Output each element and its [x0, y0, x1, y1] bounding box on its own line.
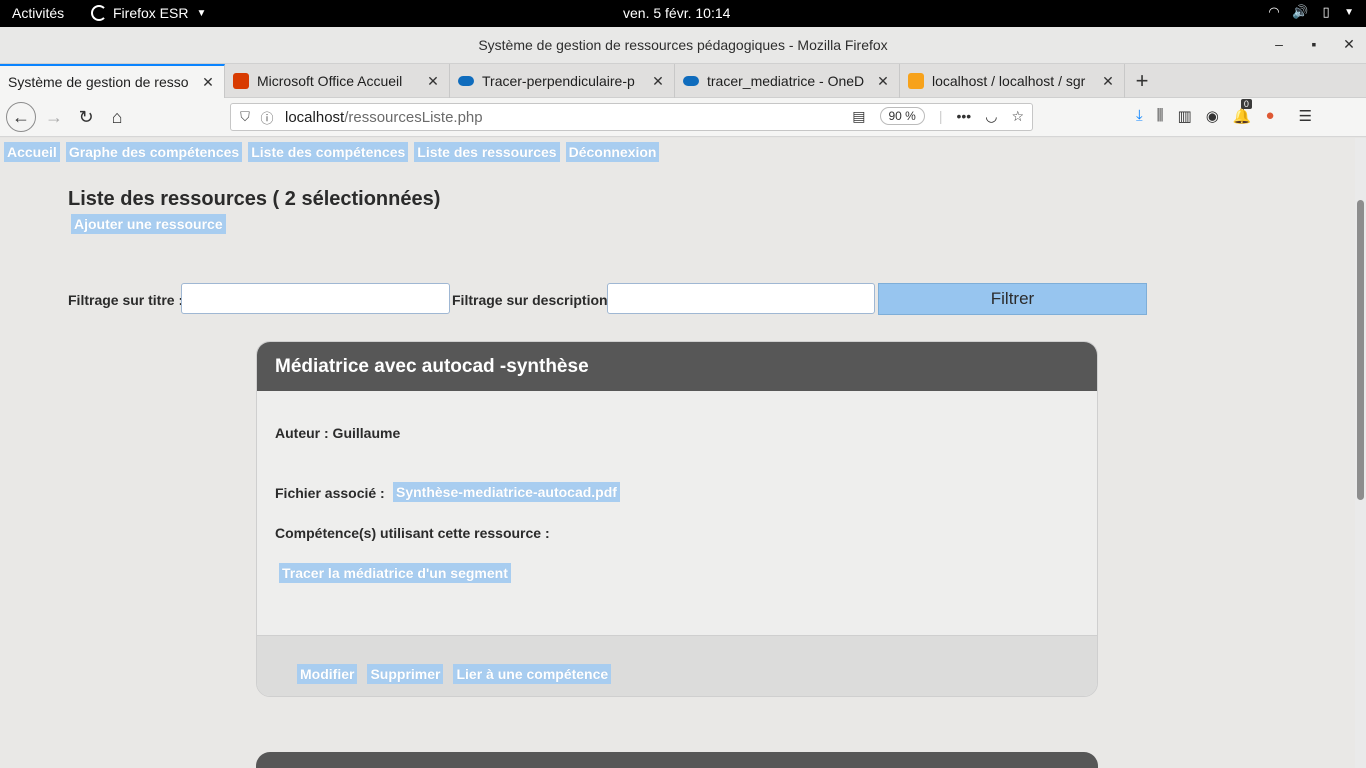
hamburger-menu-icon[interactable]: ☰ [1299, 107, 1312, 125]
toolbar-right-icons: ⤓ ⫼ ▥ ◉ 🔔 0 ● ☰ [1136, 99, 1312, 125]
app-name: Firefox ESR [113, 5, 189, 21]
duckduckgo-icon[interactable]: ● [1266, 107, 1275, 125]
close-tab-icon[interactable]: ✕ [873, 73, 893, 90]
tab-strip: Système de gestion de resso ✕ Microsoft … [0, 64, 1366, 98]
description-filter-label: Filtrage sur description : [452, 292, 617, 308]
title-filter-input[interactable] [181, 283, 450, 314]
app-menu[interactable]: Firefox ESR ▼ [91, 5, 206, 21]
filter-button[interactable]: Filtrer [878, 283, 1147, 315]
resource-file-label: Fichier associé : [275, 485, 385, 501]
resource-card: Médiatrice avec autocad -synthèse Auteur… [256, 341, 1098, 697]
url-path: /ressourcesListe.php [344, 108, 483, 126]
menu-liste-ressources[interactable]: Liste des ressources [414, 142, 560, 162]
navigation-toolbar: ← → ↻ ⌂ ⛉ ⓘ localhost/ressourcesListe.ph… [0, 98, 1366, 137]
info-icon[interactable]: ⓘ [259, 108, 275, 127]
system-tray[interactable]: ◠ 🔊 ▯ ▼ [1266, 4, 1354, 20]
tab-label: Système de gestion de resso [8, 74, 189, 90]
extension-icon[interactable]: 🔔 0 [1233, 99, 1252, 125]
close-tab-icon[interactable]: ✕ [1098, 73, 1118, 90]
close-tab-icon[interactable]: ✕ [198, 74, 218, 91]
system-top-bar: Activités Firefox ESR ▼ ven. 5 févr. 10:… [0, 0, 1366, 27]
new-tab-icon[interactable]: + [1130, 68, 1154, 94]
edit-button[interactable]: Modifier [297, 664, 358, 684]
menu-deconnexion[interactable]: Déconnexion [565, 142, 660, 162]
menu-liste-competences[interactable]: Liste des compétences [248, 142, 409, 162]
firefox-icon [91, 5, 107, 21]
resource-author: Auteur : Guillaume [275, 425, 401, 441]
resource-actions: Modifier Supprimer Lier à une compétence [297, 664, 612, 684]
menu-accueil[interactable]: Accueil [4, 142, 60, 162]
address-bar[interactable]: ⛉ ⓘ localhost/ressourcesListe.php ▤ 90 %… [230, 103, 1033, 131]
link-skill-button[interactable]: Lier à une compétence [453, 664, 612, 684]
page-title: Liste des ressources ( 2 sélectionnées) [68, 188, 441, 210]
reload-icon[interactable]: ↻ [74, 105, 98, 129]
menu-graphe-competences[interactable]: Graphe des compétences [65, 142, 243, 162]
tab-label: Microsoft Office Accueil [257, 73, 403, 89]
activities-button[interactable]: Activités [12, 5, 64, 21]
shield-icon[interactable]: ⛉ [237, 109, 253, 125]
account-icon[interactable]: ◉ [1206, 107, 1219, 125]
window-title: Système de gestion de ressources pédagog… [478, 37, 888, 53]
minimize-icon[interactable]: – [1270, 36, 1288, 52]
wifi-icon: ◠ [1268, 4, 1280, 19]
caret-down-icon: ▼ [1344, 6, 1354, 18]
clock[interactable]: ven. 5 févr. 10:14 [623, 5, 730, 21]
resource-card-footer: Modifier Supprimer Lier à une compétence [257, 635, 1097, 696]
download-icon[interactable]: ⤓ [1136, 107, 1143, 125]
tab-label: localhost / localhost / sgr [932, 73, 1086, 89]
url-host: localhost [285, 108, 345, 126]
separator: | [938, 108, 943, 124]
web-page: Accueil Graphe des compétences Liste des… [0, 138, 1355, 768]
zoom-indicator[interactable]: 90 % [879, 107, 925, 125]
back-icon[interactable]: ← [6, 102, 36, 132]
resource-skill-link[interactable]: Tracer la médiatrice d'un segment [279, 563, 511, 583]
battery-icon: ▯ [1322, 4, 1330, 19]
tab-onedrive-perpendiculaire[interactable]: Tracer-perpendiculaire-p ✕ [450, 64, 675, 98]
caret-down-icon: ▼ [196, 7, 207, 19]
resource-title: Médiatrice avec autocad -synthèse [257, 342, 1097, 391]
title-filter-label: Filtrage sur titre : [68, 292, 184, 308]
address-bar-actions: ▤ 90 % | ••• ◡ ☆ [852, 107, 1024, 125]
reader-view-icon[interactable]: ▤ [852, 108, 865, 125]
tab-onedrive-mediatrice[interactable]: tracer_mediatrice - OneD ✕ [675, 64, 900, 98]
forward-icon[interactable]: → [42, 105, 66, 129]
onedrive-icon [458, 76, 474, 86]
tab-ressources[interactable]: Système de gestion de resso ✕ [0, 64, 225, 98]
resource-file-link[interactable]: Synthèse-mediatrice-autocad.pdf [393, 482, 620, 502]
home-icon[interactable]: ⌂ [105, 105, 129, 129]
notification-count: 0 [1240, 99, 1252, 109]
maximize-icon[interactable]: ▪ [1305, 36, 1323, 52]
tab-label: Tracer-perpendiculaire-p [482, 73, 635, 89]
tab-office[interactable]: Microsoft Office Accueil ✕ [225, 64, 450, 98]
site-menu: Accueil Graphe des compétences Liste des… [4, 142, 660, 162]
url-text[interactable]: localhost/ressourcesListe.php [285, 109, 483, 126]
close-window-icon[interactable]: ✕ [1340, 36, 1358, 53]
sidebar-icon[interactable]: ▥ [1178, 107, 1192, 125]
tab-label: tracer_mediatrice - OneD [707, 73, 865, 89]
page-scrollbar[interactable] [1355, 138, 1366, 768]
tab-phpmyadmin[interactable]: localhost / localhost / sgr ✕ [900, 64, 1125, 98]
add-resource-button[interactable]: Ajouter une ressource [71, 214, 226, 234]
delete-button[interactable]: Supprimer [367, 664, 444, 684]
close-tab-icon[interactable]: ✕ [423, 73, 443, 90]
next-resource-card-header [256, 752, 1098, 768]
volume-icon: 🔊 [1292, 4, 1309, 19]
description-filter-input[interactable] [607, 283, 875, 314]
onedrive-icon [683, 76, 699, 86]
scrollbar-thumb[interactable] [1357, 200, 1364, 500]
page-actions-icon[interactable]: ••• [957, 108, 972, 124]
resource-skills-label: Compétence(s) utilisant cette ressource … [275, 525, 550, 541]
pocket-icon[interactable]: ◡ [985, 108, 997, 125]
close-tab-icon[interactable]: ✕ [648, 73, 668, 90]
phpmyadmin-icon [908, 73, 924, 89]
bookmark-star-icon[interactable]: ☆ [1011, 108, 1024, 125]
window-title-bar: Système de gestion de ressources pédagog… [0, 27, 1366, 64]
office-icon [233, 73, 249, 89]
library-icon[interactable]: ⫼ [1157, 107, 1164, 125]
